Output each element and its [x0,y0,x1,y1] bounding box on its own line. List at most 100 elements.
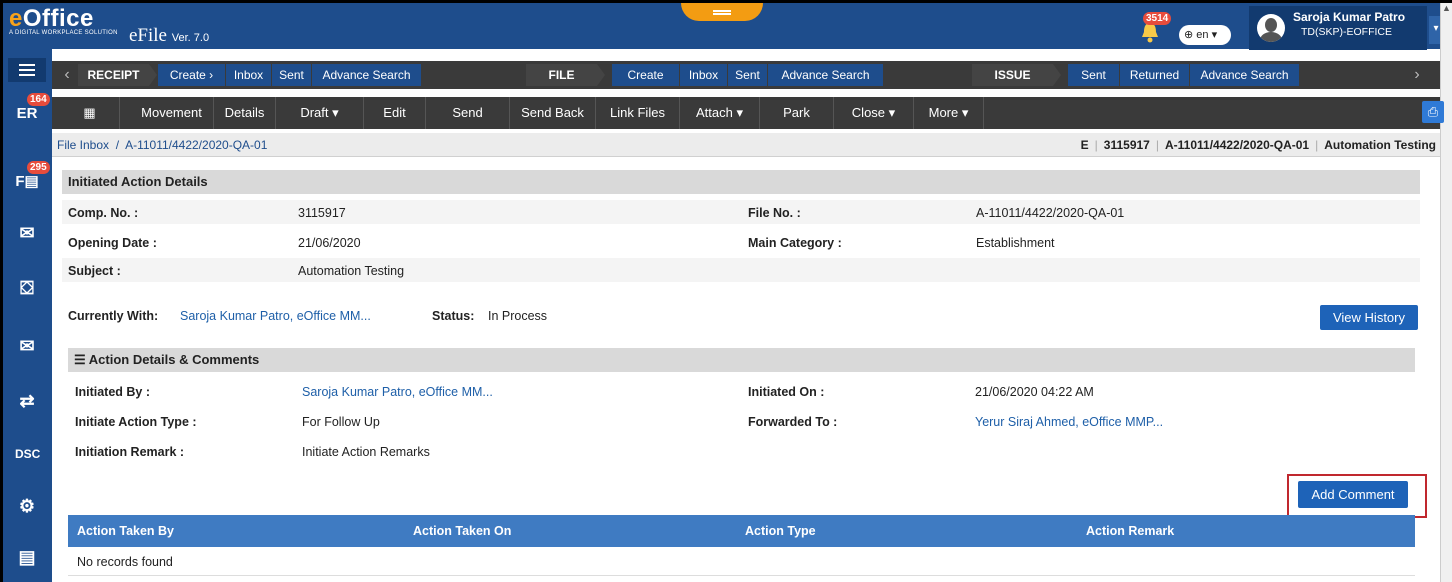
language-value: en [1196,29,1209,41]
file-summary: E | 3115917 | A-11011/4422/2020-QA-01 | Automa… [1080,138,1436,152]
subject-value: Automation Testing [298,264,405,278]
sidebar-item-file[interactable]: F▤ 295 [3,161,52,206]
chevron-down-icon: ▾ [1211,29,1218,41]
sidebar-item-dak[interactable]: ✉ [3,212,52,257]
nav-left-arrow-icon[interactable]: ‹ [62,64,72,86]
empty-table-message: No records found [77,555,173,569]
close-button[interactable]: Close ▾ [834,97,914,129]
action-details-title: Action Details & Comments [88,352,260,367]
file-advance-search-link[interactable]: Advance Search [768,64,884,86]
file-count-badge: 295 [27,161,50,174]
status-label: Status: [432,309,475,323]
initiation-remark-label: Initiation Remark : [75,445,185,459]
movement-button[interactable]: Movement [130,97,214,129]
initiated-details-heading: Initiated Action Details [62,170,1420,194]
edit-button[interactable]: Edit [364,97,426,129]
page-scrollbar[interactable]: ▲ [1440,3,1452,582]
sidebar-item-receipt[interactable]: ER 164 [3,93,52,138]
settings-icon: ⚙ [18,496,36,516]
user-profile[interactable]: Saroja Kumar Patro TD(SKP)-EOFFICE [1249,6,1427,50]
receipt-create-link[interactable]: Create › [158,64,226,86]
status-value: In Process [488,309,548,323]
more-button[interactable]: More ▾ [914,97,984,129]
file-toolbar: ▦ Movement Details Draft ▾ Edit Send Sen… [52,97,1444,129]
comments-table-header: Action Taken By Action Taken On Action T… [68,515,1415,547]
details-button[interactable]: Details [214,97,276,129]
inbox-icon: ⛋ [20,278,34,298]
receipt-inbox-link[interactable]: Inbox [226,64,272,86]
action-type-label: Initiate Action Type : [75,415,197,429]
left-sidebar: ER 164 F▤ 295 ✉ ⛋ ✉ ⇄ DSC ⚙ ▤ [0,49,52,582]
dsc-icon: DSC [15,447,41,461]
file-type: E [1080,138,1089,152]
main-category-value: Establishment [976,236,1055,250]
initiated-on-value: 21/06/2020 04:22 AM [975,385,1094,399]
language-selector[interactable]: ⊕ en ▾ [1179,25,1231,45]
send-button[interactable]: Send [426,97,510,129]
issue-sent-link[interactable]: Sent [1068,64,1120,86]
receipt-section-label: RECEIPT [78,64,157,86]
collapse-header-handle[interactable] [681,3,763,21]
sidebar-item-settings[interactable]: ⚙ [3,485,52,530]
receipt-sent-link[interactable]: Sent [272,64,312,86]
park-button[interactable]: Park [760,97,834,129]
scroll-up-icon[interactable]: ▲ [1441,3,1452,13]
file-create-link[interactable]: Create [612,64,680,86]
module-nav: ‹ RECEIPT Create › Inbox Sent Advance Se… [52,61,1440,89]
notification-badge: 3514 [1143,12,1172,25]
sidebar-item-file-check[interactable]: ▤ [3,536,52,581]
column-header[interactable]: Action Taken By [77,524,174,538]
comp-no-label: Comp. No. : [68,206,139,220]
sidebar-item-new-mail[interactable]: ✉ [3,325,52,370]
issue-advance-search-link[interactable]: Advance Search [1190,64,1300,86]
view-history-button[interactable]: View History [1320,305,1418,330]
sidebar-item-dsc[interactable]: DSC [3,433,52,478]
file-subject: Automation Testing [1324,138,1436,152]
initiation-remark-value: Initiate Action Remarks [302,445,430,459]
receipt-create-label: Create [169,68,206,82]
column-header[interactable]: Action Taken On [413,524,511,538]
comp-no-value: 3115917 [298,206,346,220]
initiated-by-value[interactable]: Saroja Kumar Patro, eOffice MM... [302,385,493,399]
breadcrumb-path: File Inbox / A-11011/4422/2020-QA-01 [57,138,268,152]
user-org: TD(SKP)-EOFFICE [1301,26,1392,38]
column-header[interactable]: Action Type [745,524,816,538]
forwarded-to-value[interactable]: Yerur Siraj Ahmed, eOffice MMP... [975,415,1163,429]
column-header[interactable]: Action Remark [1086,524,1174,538]
close-label: Close [851,105,886,120]
opening-date-value: 21/06/2020 [298,236,361,250]
receipt-count-badge: 164 [27,93,50,106]
new-mail-icon: ✉ [19,336,35,356]
file-number: A-11011/4422/2020-QA-01 [1164,138,1310,152]
file-view-icon[interactable]: ▦ [60,97,120,129]
send-back-button[interactable]: Send Back [510,97,596,129]
link-files-button[interactable]: Link Files [596,97,680,129]
attach-button[interactable]: Attach ▾ [680,97,760,129]
receipt-advance-search-link[interactable]: Advance Search [312,64,422,86]
list-icon: ☰ [74,352,86,367]
issue-returned-link[interactable]: Returned [1120,64,1190,86]
file-sent-link[interactable]: Sent [728,64,768,86]
sidebar-menu-toggle[interactable] [3,49,52,94]
print-icon[interactable]: ⎙ [1422,101,1444,123]
draft-button[interactable]: Draft ▾ [276,97,364,129]
action-type-value: For Follow Up [302,415,380,429]
file-inbox-link[interactable]: Inbox [680,64,728,86]
menu-icon[interactable] [8,58,46,82]
logo-text: eOffice [9,5,94,32]
eoffice-logo: eOffice A DIGITAL WORKPLACE SOLUTION [9,5,118,37]
currently-with-value[interactable]: Saroja Kumar Patro, eOffice MM... [180,309,371,323]
file-comp-no: 3115917 [1103,138,1150,152]
user-name: Saroja Kumar Patro [1293,10,1406,24]
breadcrumb-root[interactable]: File Inbox [57,138,109,152]
row-band [62,258,1420,282]
file-no-value: A-11011/4422/2020-QA-01 [976,206,1125,220]
dak-icon: ✉ [19,223,35,243]
highlight-box [1287,474,1427,518]
forwarded-to-label: Forwarded To : [748,415,838,429]
sidebar-item-inbox[interactable]: ⛋ [3,267,52,312]
nav-right-arrow-icon[interactable]: › [1412,64,1422,86]
globe-icon: ⊕ [1184,29,1194,41]
sidebar-item-transfer[interactable]: ⇄ [3,380,52,425]
product-name: eFile Ver. 7.0 [129,25,209,47]
